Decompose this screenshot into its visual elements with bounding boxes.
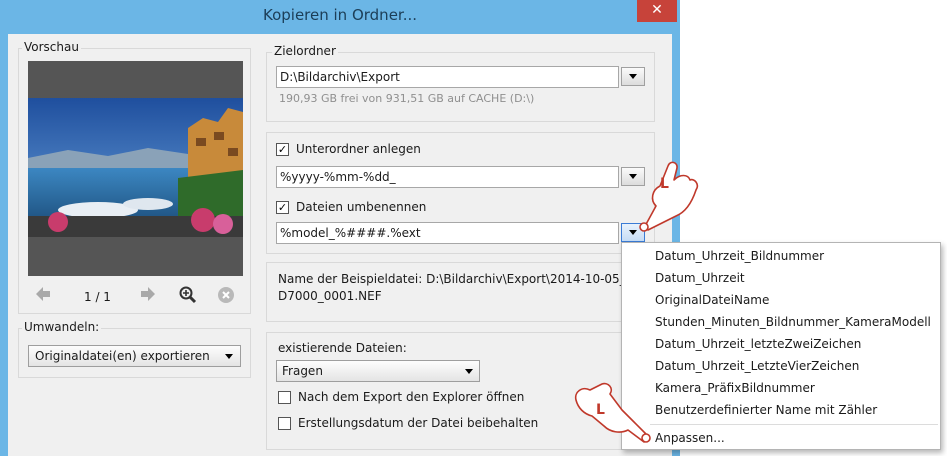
preview-area xyxy=(28,61,243,276)
convert-value: Originaldatei(en) exportieren xyxy=(35,349,210,363)
menu-item[interactable]: Datum_Uhrzeit_letzteZweiZeichen xyxy=(622,333,940,355)
keep-date-checkbox[interactable] xyxy=(278,417,291,430)
convert-label: Umwandeln: xyxy=(22,320,102,334)
convert-dropdown[interactable]: Originaldatei(en) exportieren xyxy=(28,345,241,367)
remove-icon[interactable] xyxy=(218,287,234,303)
example-filename-line2: D7000_0001.NEF xyxy=(278,289,382,303)
preview-photo xyxy=(28,98,243,237)
arrow-left-icon[interactable] xyxy=(36,287,50,301)
existing-files-value: Fragen xyxy=(282,364,323,378)
target-folder-label: Zielordner xyxy=(272,44,338,58)
open-explorer-label: Nach dem Export den Explorer öffnen xyxy=(298,390,525,404)
rename-checkbox[interactable]: ✓ xyxy=(276,201,289,214)
left-click-hand-icon: L xyxy=(630,150,700,232)
example-filename-line1: Name der Beispieldatei: D:\Bildarchiv\Ex… xyxy=(278,272,668,286)
menu-item[interactable]: Datum_Uhrzeit xyxy=(622,267,940,289)
existing-files-label: existierende Dateien: xyxy=(278,341,407,355)
existing-files-dropdown[interactable]: Fragen xyxy=(276,360,480,382)
title-bar: Kopieren in Ordner... ✕ xyxy=(0,0,680,34)
menu-item[interactable]: OriginalDateiName xyxy=(622,289,940,311)
open-explorer-checkbox[interactable] xyxy=(278,391,291,404)
subfolder-label: Unterordner anlegen xyxy=(296,142,421,156)
chevron-down-icon xyxy=(225,354,233,359)
subfolder-pattern-field[interactable]: %yyyy-%mm-%dd_ xyxy=(276,166,619,188)
annotation-letter: L xyxy=(660,176,669,192)
menu-item[interactable]: Kamera_PräfixBildnummer xyxy=(622,377,940,399)
menu-item[interactable]: Benutzerdefinierter Name mit Zähler xyxy=(622,399,940,421)
annotation-letter: L xyxy=(596,402,605,418)
menu-item[interactable]: Datum_Uhrzeit_LetzteVierZeichen xyxy=(622,355,940,377)
zoom-in-icon[interactable] xyxy=(179,286,197,304)
rename-label: Dateien umbenennen xyxy=(296,200,427,214)
menu-separator xyxy=(650,424,938,425)
target-path-field[interactable]: D:\Bildarchiv\Export xyxy=(276,66,619,88)
arrow-right-icon[interactable] xyxy=(141,287,155,301)
target-path-dropdown-button[interactable] xyxy=(621,67,645,86)
menu-item[interactable]: Stunden_Minuten_Bildnummer_KameraModell xyxy=(622,311,940,333)
menu-item-customize[interactable]: Anpassen... xyxy=(622,427,940,449)
left-click-hand-icon: L xyxy=(572,380,652,450)
keep-date-label: Erstellungsdatum der Datei beibehalten xyxy=(298,416,539,430)
preview-label: Vorschau xyxy=(22,40,81,54)
rename-pattern-field[interactable]: %model_%####.%ext xyxy=(276,222,619,244)
free-space-text: 190,93 GB frei von 931,51 GB auf CACHE (… xyxy=(279,92,535,105)
menu-item[interactable]: Datum_Uhrzeit_Bildnummer xyxy=(622,245,940,267)
chevron-down-icon xyxy=(465,369,473,374)
window-title: Kopieren in Ordner... xyxy=(262,6,418,24)
rename-pattern-menu: Datum_Uhrzeit_Bildnummer Datum_Uhrzeit O… xyxy=(621,242,941,450)
subfolder-checkbox[interactable]: ✓ xyxy=(276,143,289,156)
page-counter: 1 / 1 xyxy=(84,290,111,304)
close-button[interactable]: ✕ xyxy=(637,0,677,22)
